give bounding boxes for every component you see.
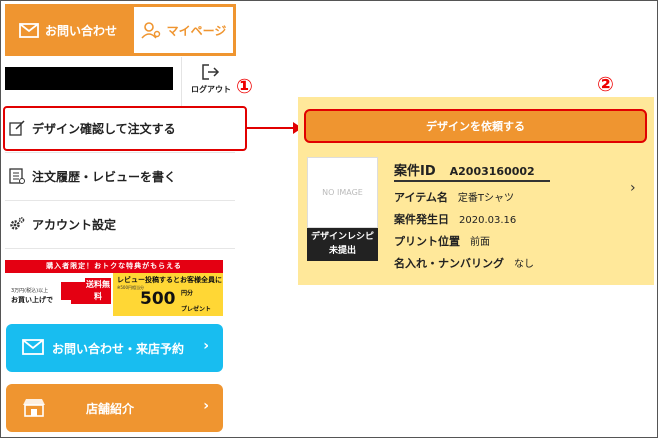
product-thumbnail: NO IMAGE — [307, 157, 378, 228]
tab-contact[interactable]: お問い合わせ — [5, 4, 131, 56]
divider — [5, 200, 235, 201]
store-info-label: 店舗紹介 — [86, 402, 135, 416]
divider — [5, 152, 235, 153]
menu-item-label: アカウント設定 — [32, 217, 117, 232]
chevron-right-icon[interactable]: › — [630, 180, 636, 196]
mail-icon — [22, 338, 44, 358]
detail-value: 2020.03.16 — [459, 215, 517, 226]
highlight-box — [3, 106, 247, 151]
store-icon — [22, 397, 46, 420]
banner-review-text: レビュー投稿するとお客様全員に — [117, 276, 222, 284]
annotation-one: ① — [236, 74, 253, 98]
detail-row-naming: 名入れ・ナンバリング なし — [394, 255, 534, 271]
detail-row-date: 案件発生日 2020.03.16 — [394, 211, 516, 227]
detail-value: 前面 — [470, 237, 490, 248]
banner-headline: 購入者限定！おトクな特典がもらえる — [5, 260, 223, 273]
case-id: 案件ID A2003160002 — [394, 160, 535, 179]
detail-value: なし — [514, 259, 534, 270]
logout-label: ログアウト — [191, 85, 231, 94]
annotation-two: ② — [597, 72, 614, 96]
contact-visit-label: お問い合わせ・来店予約 — [52, 341, 185, 356]
detail-label: アイテム名 — [394, 191, 448, 204]
arrow-line — [247, 127, 297, 129]
banner-condition: 3万円(税込)以上 — [11, 288, 49, 294]
mail-icon — [19, 22, 39, 38]
contact-visit-button[interactable]: お問い合わせ・来店予約 › — [6, 324, 223, 372]
detail-row-item: アイテム名 定番Tシャツ — [394, 189, 514, 205]
logout-button[interactable]: ログアウト — [186, 64, 236, 95]
tab-mypage-label: マイページ — [166, 23, 227, 38]
divider — [394, 180, 550, 182]
request-design-button[interactable]: デザインを依頼する — [304, 109, 647, 143]
tab-contact-label: お問い合わせ — [44, 23, 117, 38]
detail-row-print-position: プリント位置 前面 — [394, 233, 490, 249]
menu-item-order-history[interactable]: 注文履歴・レビューを書く — [5, 156, 235, 196]
redacted-username — [5, 67, 173, 90]
case-id-label: 案件ID — [394, 164, 436, 179]
logout-icon — [186, 64, 236, 80]
banner-amount: 500 — [140, 289, 176, 309]
banner-condition-main: お買い上げで — [11, 296, 53, 304]
request-design-label: デザインを依頼する — [426, 120, 525, 133]
user-icon — [141, 21, 161, 39]
banner-present: プレゼント — [181, 306, 212, 313]
design-recipe-status: デザインレシピ 未提出 — [307, 228, 378, 261]
chevron-right-icon: › — [203, 398, 209, 414]
tab-mypage[interactable]: マイページ — [131, 4, 236, 56]
list-icon — [9, 168, 25, 184]
banner-unit: 円分 — [181, 290, 194, 297]
menu-item-account-settings[interactable]: アカウント設定 — [5, 204, 235, 244]
divider — [5, 248, 235, 249]
free-shipping-badge: 送料無料 — [85, 278, 111, 304]
gear-icon — [9, 216, 25, 232]
detail-value: 定番Tシャツ — [457, 193, 515, 204]
menu-item-label: 注文履歴・レビューを書く — [32, 169, 177, 184]
case-id-value: A2003160002 — [449, 165, 535, 178]
recipe-status-line2: 未提出 — [328, 246, 356, 256]
recipe-status-line1: デザインレシピ — [310, 232, 374, 242]
store-info-button[interactable]: 店舗紹介 › — [6, 384, 223, 432]
detail-label: プリント位置 — [394, 235, 460, 248]
chevron-right-icon: › — [203, 338, 209, 354]
detail-label: 名入れ・ナンバリング — [394, 257, 504, 270]
no-image-text: NO IMAGE — [322, 188, 363, 197]
divider — [181, 57, 182, 107]
promo-banner[interactable]: 購入者限定！おトクな特典がもらえる 3万円(税込)以上 お買い上げで 送料無料 … — [5, 260, 223, 316]
detail-label: 案件発生日 — [394, 213, 449, 226]
